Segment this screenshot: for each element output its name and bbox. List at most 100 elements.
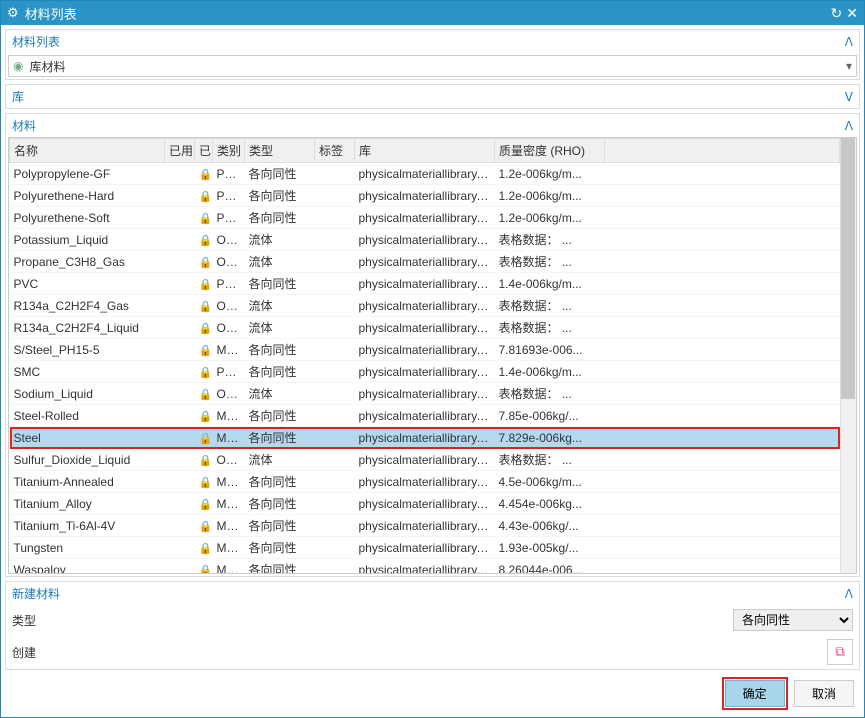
table-row[interactable]: Steel🔒ME...各向同性physicalmateriallibrary.x… bbox=[10, 427, 840, 449]
col-used[interactable]: 已用 bbox=[165, 139, 195, 163]
cell-category: ME... bbox=[213, 493, 245, 515]
cell-density: 1.2e-006kg/m... bbox=[495, 185, 605, 207]
section-material-list: 材料列表 ᐱ ◉ 库材料 ▾ bbox=[5, 29, 860, 80]
table-row[interactable]: Sodium_Liquid🔒OT...流体physicalmateriallib… bbox=[10, 383, 840, 405]
lock-icon: 🔒 bbox=[199, 189, 213, 203]
scrollbar-thumb[interactable] bbox=[841, 138, 855, 399]
cell-lock: 🔒 bbox=[195, 185, 213, 207]
cell-used bbox=[165, 383, 195, 405]
cell-category: PL... bbox=[213, 163, 245, 185]
create-button[interactable]: ⧉ bbox=[827, 639, 853, 665]
cell-used bbox=[165, 251, 195, 273]
cell-library: physicalmateriallibrary.xml bbox=[355, 273, 495, 295]
cell-lock: 🔒 bbox=[195, 273, 213, 295]
cell-spacer bbox=[605, 229, 840, 251]
cell-type: 各向同性 bbox=[245, 185, 315, 207]
table-row[interactable]: SMC🔒PL...各向同性physicalmateriallibrary.xml… bbox=[10, 361, 840, 383]
cell-name: Propane_C3H8_Gas bbox=[10, 251, 165, 273]
table-row[interactable]: Propane_C3H8_Gas🔒OT...流体physicalmaterial… bbox=[10, 251, 840, 273]
close-icon[interactable]: ✕ bbox=[846, 5, 858, 22]
col-tag[interactable]: 标签 bbox=[315, 139, 355, 163]
section-header-list[interactable]: 材料列表 ᐱ bbox=[6, 30, 859, 53]
cell-lock: 🔒 bbox=[195, 405, 213, 427]
ok-button[interactable]: 确定 bbox=[725, 680, 785, 707]
col-name[interactable]: 名称 bbox=[10, 139, 165, 163]
table-header-row: 名称 已用 已 类别 类型 标签 库 质量密度 (RHO) bbox=[10, 139, 840, 163]
table-row[interactable]: Waspaloy🔒ME...各向同性physicalmateriallibrar… bbox=[10, 559, 840, 574]
col-density[interactable]: 质量密度 (RHO) bbox=[495, 139, 605, 163]
material-list-dialog: ⚙ 材料列表 ↻ ✕ 材料列表 ᐱ ◉ 库材料 ▾ 库 ᐯ 材料 bbox=[0, 0, 865, 718]
section-library: 库 ᐯ bbox=[5, 84, 860, 109]
lock-icon: 🔒 bbox=[199, 541, 213, 555]
table-row[interactable]: Polypropylene-GF🔒PL...各向同性physicalmateri… bbox=[10, 163, 840, 185]
cell-lock: 🔒 bbox=[195, 559, 213, 574]
table-row[interactable]: Titanium_Ti-6Al-4V🔒ME...各向同性physicalmate… bbox=[10, 515, 840, 537]
cell-spacer bbox=[605, 339, 840, 361]
cell-name: SMC bbox=[10, 361, 165, 383]
section-header-materials[interactable]: 材料 ᐱ bbox=[6, 114, 859, 137]
cell-library: physicalmateriallibrary.xml bbox=[355, 295, 495, 317]
table-row[interactable]: Sulfur_Dioxide_Liquid🔒OT...流体physicalmat… bbox=[10, 449, 840, 471]
cell-spacer bbox=[605, 317, 840, 339]
lock-icon: 🔒 bbox=[199, 255, 213, 269]
lock-icon: 🔒 bbox=[199, 321, 213, 335]
cell-library: physicalmateriallibrary.xml bbox=[355, 229, 495, 251]
cell-spacer bbox=[605, 537, 840, 559]
create-row: 创建 ⧉ bbox=[6, 635, 859, 669]
cell-density: 7.81693e-006... bbox=[495, 339, 605, 361]
col-category[interactable]: 类别 bbox=[213, 139, 245, 163]
lock-icon: 🔒 bbox=[199, 453, 213, 467]
lock-icon: 🔒 bbox=[199, 167, 213, 181]
cell-used bbox=[165, 295, 195, 317]
refresh-icon[interactable]: ↻ bbox=[831, 5, 843, 22]
material-table-scroll: 名称 已用 已 类别 类型 标签 库 质量密度 (RHO) P bbox=[9, 138, 840, 573]
table-row[interactable]: Tungsten🔒ME...各向同性physicalmateriallibrar… bbox=[10, 537, 840, 559]
cancel-button[interactable]: 取消 bbox=[794, 680, 854, 707]
col-lock[interactable]: 已 bbox=[195, 139, 213, 163]
cell-name: Polyurethene-Hard bbox=[10, 185, 165, 207]
table-row[interactable]: Titanium_Alloy🔒ME...各向同性physicalmaterial… bbox=[10, 493, 840, 515]
table-row[interactable]: Potassium_Liquid🔒OT...流体physicalmaterial… bbox=[10, 229, 840, 251]
table-row[interactable]: S/Steel_PH15-5🔒ME...各向同性physicalmaterial… bbox=[10, 339, 840, 361]
cell-tag bbox=[315, 515, 355, 537]
col-spacer bbox=[605, 139, 840, 163]
cell-tag bbox=[315, 317, 355, 339]
library-material-dropdown[interactable]: ◉ 库材料 ▾ bbox=[8, 55, 857, 77]
cell-lock: 🔒 bbox=[195, 295, 213, 317]
table-row[interactable]: Titanium-Annealed🔒ME...各向同性physicalmater… bbox=[10, 471, 840, 493]
chevron-down-icon: ▾ bbox=[846, 59, 852, 73]
cell-type: 各向同性 bbox=[245, 207, 315, 229]
col-type[interactable]: 类型 bbox=[245, 139, 315, 163]
lock-icon: 🔒 bbox=[199, 211, 213, 225]
cell-type: 各向同性 bbox=[245, 559, 315, 574]
cell-density: 表格数据： ... bbox=[495, 383, 605, 405]
table-row[interactable]: R134a_C2H2F4_Liquid🔒OT...流体physicalmater… bbox=[10, 317, 840, 339]
cell-used bbox=[165, 493, 195, 515]
cell-spacer bbox=[605, 295, 840, 317]
cell-lock: 🔒 bbox=[195, 317, 213, 339]
lock-icon: 🔒 bbox=[199, 431, 213, 445]
cell-library: physicalmateriallibrary.xml bbox=[355, 163, 495, 185]
cell-used bbox=[165, 273, 195, 295]
cell-tag bbox=[315, 207, 355, 229]
section-header-new[interactable]: 新建材料 ᐱ bbox=[6, 582, 859, 605]
cell-type: 各向同性 bbox=[245, 273, 315, 295]
section-header-library[interactable]: 库 ᐯ bbox=[6, 85, 859, 108]
type-select[interactable]: 各向同性 bbox=[733, 609, 853, 631]
cell-category: OT... bbox=[213, 229, 245, 251]
cell-spacer bbox=[605, 383, 840, 405]
table-row[interactable]: PVC🔒PL...各向同性physicalmateriallibrary.xml… bbox=[10, 273, 840, 295]
cell-category: ME... bbox=[213, 471, 245, 493]
table-row[interactable]: Steel-Rolled🔒ME...各向同性physicalmaterialli… bbox=[10, 405, 840, 427]
cell-lock: 🔒 bbox=[195, 251, 213, 273]
lock-icon: 🔒 bbox=[199, 343, 213, 357]
cell-category: PL... bbox=[213, 273, 245, 295]
lock-icon: 🔒 bbox=[199, 387, 213, 401]
cell-name: Polypropylene-GF bbox=[10, 163, 165, 185]
cell-name: Waspaloy bbox=[10, 559, 165, 574]
table-row[interactable]: Polyurethene-Soft🔒PL...各向同性physicalmater… bbox=[10, 207, 840, 229]
table-row[interactable]: R134a_C2H2F4_Gas🔒OT...流体physicalmaterial… bbox=[10, 295, 840, 317]
scrollbar-track[interactable] bbox=[840, 138, 856, 573]
col-library[interactable]: 库 bbox=[355, 139, 495, 163]
table-row[interactable]: Polyurethene-Hard🔒PL...各向同性physicalmater… bbox=[10, 185, 840, 207]
